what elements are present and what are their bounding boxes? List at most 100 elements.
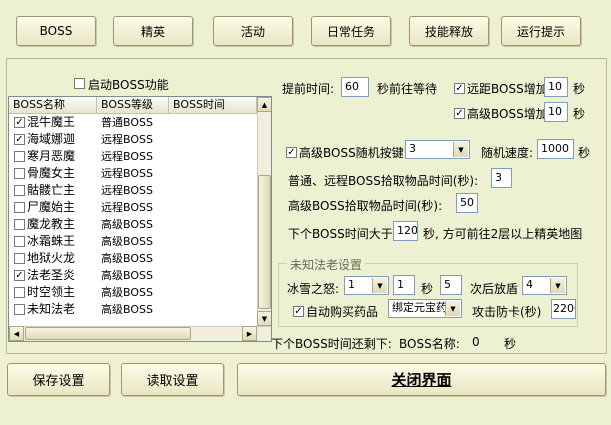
boss-name-cell: 法老圣炎 — [27, 268, 76, 282]
boss-level-cell: 高级BOSS — [101, 269, 153, 282]
boss-name-cell: 骷髅亡主 — [27, 183, 76, 197]
boss-list-row[interactable]: 寒月恶魔 远程BOSS — [9, 148, 257, 165]
remote-boss-add-input[interactable]: 10 — [544, 77, 568, 97]
boss-name-cell: 魔龙教主 — [27, 217, 76, 231]
ice-rage-seconds-input[interactable]: 1 — [393, 275, 415, 295]
scroll-up-button[interactable]: ▲ — [257, 97, 271, 112]
boss-level-cell: 远程BOSS — [101, 201, 153, 214]
boss-list: BOSS名称 BOSS等级 BOSS时间 ✓ 混牛魔王 普通BOSS ✓ 海域娜迦 远程B… — [8, 96, 272, 342]
boss-name-cell: 尸魔始主 — [27, 200, 76, 214]
boss-name-cell: 海域娜迦 — [27, 132, 76, 146]
attack-anti-stuck-input[interactable]: 2200 — [551, 299, 576, 319]
activity-tab-button[interactable]: 活动 — [213, 16, 293, 46]
remaining-unit: 秒 — [504, 337, 517, 351]
boss-row-checkbox[interactable] — [14, 168, 25, 179]
advance-time-input[interactable]: 60 — [341, 77, 369, 97]
boss-level-cell: 高级BOSS — [101, 252, 153, 265]
auto-buy-potion-label: 自动购买药品 — [306, 305, 379, 319]
boss-list-row[interactable]: ✓ 海域娜迦 远程BOSS — [9, 131, 257, 148]
save-settings-button[interactable]: 保存设置 — [7, 363, 110, 396]
scroll-left-button[interactable]: ◀ — [9, 326, 24, 341]
boss-name-cell: 时空领主 — [27, 285, 76, 299]
enable-boss-checkbox[interactable] — [74, 78, 85, 89]
boss-row-checkbox[interactable] — [14, 287, 25, 298]
daily-task-tab-button[interactable]: 日常任务 — [311, 16, 391, 46]
enable-boss-label: 启动BOSS功能 — [88, 78, 169, 92]
boss-list-row[interactable]: 尸魔始主 远程BOSS — [9, 199, 257, 216]
boss-row-checkbox[interactable] — [14, 185, 25, 196]
boss-level-cell: 高级BOSS — [101, 235, 153, 248]
shield-select-value: 4 — [526, 278, 533, 291]
shield-count-input[interactable]: 5 — [440, 275, 462, 295]
chevron-down-icon: ▼ — [372, 278, 387, 293]
boss-list-row[interactable]: ✓ 法老圣炎 高级BOSS — [9, 267, 257, 284]
random-speed-label: 随机速度: — [481, 146, 534, 160]
scroll-down-button[interactable]: ▼ — [257, 311, 271, 326]
boss-row-checkbox[interactable] — [14, 304, 25, 315]
boss-name-value: 0 — [472, 335, 480, 349]
ice-rage-select-value: 1 — [348, 278, 355, 291]
boss-row-checkbox[interactable] — [14, 236, 25, 247]
skill-release-tab-button[interactable]: 技能释放 — [409, 16, 489, 46]
chevron-down-icon: ▼ — [453, 142, 468, 157]
boss-row-checkbox[interactable]: ✓ — [14, 134, 25, 145]
boss-row-checkbox[interactable]: ✓ — [14, 270, 25, 281]
boss-name-cell: 骨魔女主 — [27, 166, 76, 180]
boss-level-cell: 远程BOSS — [101, 167, 153, 180]
scroll-right-button[interactable]: ▶ — [242, 326, 257, 341]
column-header-name[interactable]: BOSS名称 — [9, 97, 97, 114]
next-boss-gt-input[interactable]: 120 — [393, 221, 418, 241]
shield-select[interactable]: 4 ▼ — [522, 276, 567, 295]
boss-row-checkbox[interactable] — [14, 253, 25, 264]
boss-level-cell: 远程BOSS — [101, 133, 153, 146]
remote-boss-add-checkbox[interactable]: ✓ — [454, 83, 465, 94]
ice-rage-select[interactable]: 1 ▼ — [344, 276, 389, 295]
random-speed-input[interactable]: 1000 — [537, 139, 574, 159]
column-header-level[interactable]: BOSS等级 — [97, 97, 169, 114]
remote-boss-add-unit: 秒 — [573, 82, 586, 96]
normal-pick-time-input[interactable]: 3 — [491, 168, 512, 188]
boss-name-cell: 地狱火龙 — [27, 251, 76, 265]
boss-list-row[interactable]: 骨魔女主 远程BOSS — [9, 165, 257, 182]
random-key-select[interactable]: 3 ▼ — [405, 140, 470, 159]
elite-tab-button[interactable]: 精英 — [113, 16, 193, 46]
random-speed-unit: 秒 — [578, 146, 591, 160]
boss-name-label: BOSS名称: — [399, 337, 460, 351]
boss-list-row[interactable]: 地狱火龙 高级BOSS — [9, 250, 257, 267]
close-window-button[interactable]: 关闭界面 — [237, 363, 606, 396]
high-boss-add-label: 高级BOSS增加 — [467, 107, 548, 121]
high-boss-add-checkbox[interactable]: ✓ — [454, 108, 465, 119]
boss-row-checkbox[interactable] — [14, 202, 25, 213]
boss-row-checkbox[interactable] — [14, 151, 25, 162]
vertical-scroll-thumb[interactable] — [258, 175, 271, 309]
chevron-down-icon: ▼ — [550, 278, 565, 293]
boss-list-row[interactable]: 魔龙教主 高级BOSS — [9, 216, 257, 233]
high-boss-add-unit: 秒 — [573, 107, 586, 121]
bound-currency-value: 绑定元宝药 — [392, 301, 447, 314]
load-settings-button[interactable]: 读取设置 — [121, 363, 224, 396]
boss-list-row[interactable]: ✓ 混牛魔王 普通BOSS — [9, 114, 257, 131]
column-header-time[interactable]: BOSS时间 — [169, 97, 257, 114]
shield-label: 次后放盾 — [470, 282, 519, 296]
ice-rage-label: 冰雪之怒: — [287, 282, 340, 296]
boss-list-row[interactable]: 未知法老 高级BOSS — [9, 301, 257, 318]
boss-level-cell: 远程BOSS — [101, 184, 153, 197]
boss-list-row[interactable]: 冰霜蛛王 高级BOSS — [9, 233, 257, 250]
boss-list-row[interactable]: 骷髅亡主 远程BOSS — [9, 182, 257, 199]
boss-level-cell: 高级BOSS — [101, 303, 153, 316]
advance-time-suffix: 秒前往等待 — [377, 82, 438, 96]
boss-row-checkbox[interactable] — [14, 219, 25, 230]
high-pick-time-label: 高级BOSS拾取物品时间(秒): — [288, 199, 443, 213]
random-key-checkbox[interactable]: ✓ — [286, 147, 297, 158]
run-tips-tab-button[interactable]: 运行提示 — [501, 16, 581, 46]
high-boss-add-input[interactable]: 10 — [544, 102, 568, 122]
boss-tab-button[interactable]: BOSS — [16, 16, 96, 46]
boss-row-checkbox[interactable]: ✓ — [14, 117, 25, 128]
next-boss-gt-suffix: 秒, 方可前往2层以上精英地图 — [423, 227, 583, 241]
auto-buy-potion-checkbox[interactable]: ✓ — [293, 306, 304, 317]
boss-list-row[interactable]: 时空领主 高级BOSS — [9, 284, 257, 301]
horizontal-scroll-thumb[interactable] — [25, 327, 191, 340]
high-pick-time-input[interactable]: 50 — [456, 193, 478, 213]
random-key-value: 3 — [409, 142, 416, 155]
bound-currency-select[interactable]: 绑定元宝药 ▼ — [388, 299, 462, 318]
